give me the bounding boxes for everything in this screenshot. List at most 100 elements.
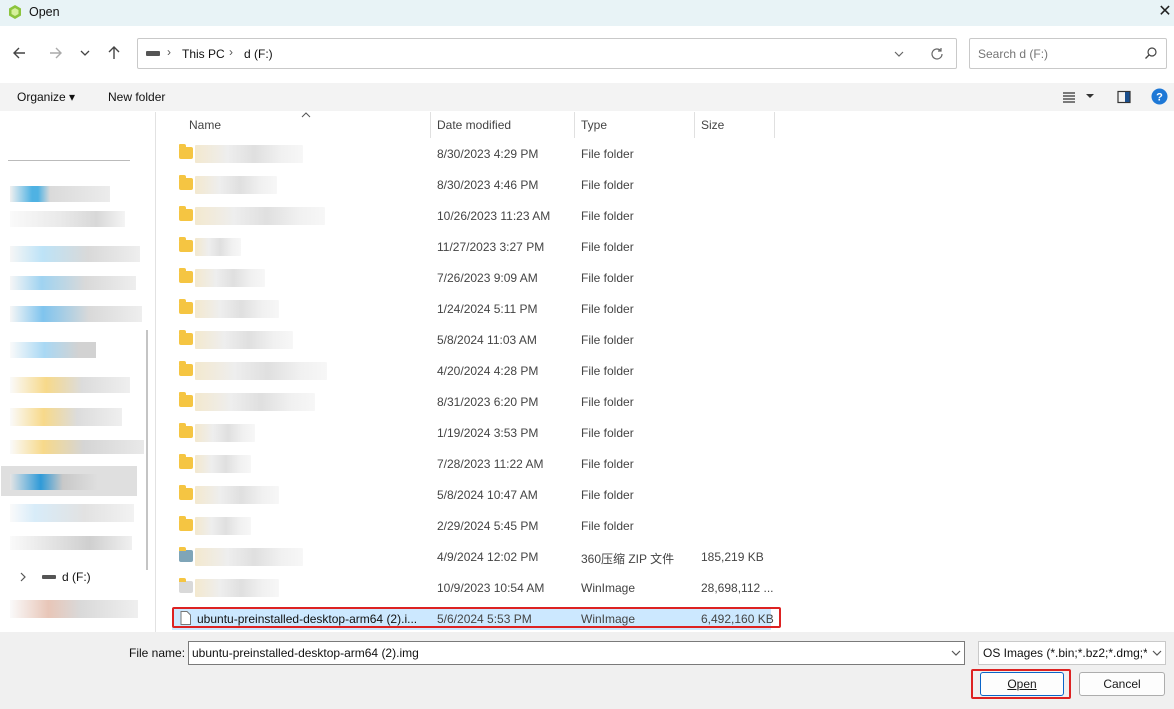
open-button[interactable]: Open [980, 672, 1064, 696]
column-separator[interactable] [774, 112, 775, 138]
nav-item[interactable] [10, 504, 134, 522]
folder-icon [179, 330, 193, 345]
file-size: 28,698,112 ... [701, 581, 774, 595]
file-type: File folder [581, 333, 634, 347]
nav-item[interactable] [10, 306, 142, 322]
file-date: 1/24/2024 5:11 PM [437, 302, 538, 316]
file-row[interactable]: 7/28/2023 11:22 AM File folder [167, 449, 773, 480]
column-separator[interactable] [574, 112, 575, 138]
nav-item[interactable] [10, 377, 130, 393]
nav-scrollbar[interactable] [146, 330, 148, 570]
column-header-date[interactable]: Date modified [437, 118, 511, 132]
nav-item[interactable] [10, 600, 138, 618]
organize-button[interactable]: Organize ▾ [17, 90, 75, 104]
file-date: 8/30/2023 4:29 PM [437, 147, 539, 161]
chevron-down-icon[interactable] [1085, 91, 1095, 101]
breadcrumb-separator: › [229, 45, 233, 59]
nav-item[interactable] [10, 440, 144, 454]
file-name-redacted [195, 362, 327, 380]
nav-item[interactable] [10, 474, 98, 490]
file-type: File folder [581, 147, 634, 161]
folder-icon [179, 206, 193, 221]
search-input[interactable] [969, 38, 1167, 69]
nav-item[interactable] [10, 408, 122, 426]
file-row[interactable]: 10/26/2023 11:23 AM File folder [167, 201, 773, 232]
file-date: 1/19/2024 3:53 PM [437, 426, 539, 440]
breadcrumb-separator: › [167, 45, 171, 59]
file-type: 360压缩 ZIP 文件 [581, 552, 675, 566]
file-row[interactable]: 8/30/2023 4:29 PM File folder [167, 139, 773, 170]
file-type: File folder [581, 178, 634, 192]
file-row[interactable]: 5/8/2024 11:03 AM File folder [167, 325, 773, 356]
sort-ascending-icon [301, 112, 311, 118]
list-divider [155, 112, 156, 632]
file-type-value[interactable]: OS Images (*.bin;*.bz2;*.dmg;*. [983, 646, 1147, 660]
column-header-name[interactable]: Name [189, 118, 221, 132]
cancel-button[interactable]: Cancel [1079, 672, 1165, 696]
file-name-redacted [195, 331, 293, 349]
chevron-down-icon[interactable] [74, 42, 96, 64]
file-type: File folder [581, 519, 634, 533]
preview-pane-icon[interactable] [1117, 90, 1131, 104]
file-icon [180, 611, 191, 625]
nav-item[interactable] [10, 276, 136, 290]
file-type: File folder [581, 302, 634, 316]
new-folder-button[interactable]: New folder [108, 90, 165, 104]
nav-item[interactable] [10, 536, 132, 550]
file-size: 185,219 KB [701, 550, 764, 564]
search-icon[interactable] [1144, 46, 1158, 60]
view-details-icon[interactable] [1062, 90, 1076, 104]
folder-icon [179, 144, 193, 159]
column-separator[interactable] [430, 112, 431, 138]
chevron-down-icon[interactable] [892, 47, 906, 61]
file-row[interactable]: 4/9/2024 12:02 PM 360压缩 ZIP 文件 185,219 KB [167, 542, 773, 573]
nav-item[interactable] [10, 342, 96, 358]
column-separator[interactable] [694, 112, 695, 138]
folder-icon [179, 361, 193, 376]
close-icon[interactable]: ✕ [1156, 2, 1174, 22]
nav-item-drive-label[interactable]: d (F:) [62, 570, 91, 584]
breadcrumb-drive[interactable]: d (F:) [244, 47, 273, 61]
chevron-down-icon[interactable] [1151, 647, 1163, 659]
breadcrumb-this-pc[interactable]: This PC [182, 47, 225, 61]
nav-item[interactable] [10, 246, 140, 262]
window-title: Open [29, 5, 60, 19]
file-name-redacted [195, 176, 277, 194]
selected-file-name[interactable]: ubuntu-preinstalled-desktop-arm64 (2).i.… [197, 612, 417, 626]
file-row[interactable]: 8/30/2023 4:46 PM File folder [167, 170, 773, 201]
nav-item[interactable] [10, 186, 110, 202]
file-date: 10/26/2023 11:23 AM [437, 209, 551, 223]
file-name-redacted [195, 455, 251, 473]
file-date: 8/31/2023 6:20 PM [437, 395, 539, 409]
help-icon[interactable]: ? [1151, 88, 1168, 105]
file-row[interactable]: 7/26/2023 9:09 AM File folder [167, 263, 773, 294]
chevron-down-icon[interactable] [950, 647, 962, 659]
file-row[interactable]: 8/31/2023 6:20 PM File folder [167, 387, 773, 418]
arrow-up-icon[interactable] [103, 42, 125, 64]
file-row[interactable]: 1/24/2024 5:11 PM File folder [167, 294, 773, 325]
drive-icon [146, 51, 160, 56]
nav-item[interactable] [10, 211, 125, 227]
column-header-type[interactable]: Type [581, 118, 607, 132]
file-row[interactable]: 2/29/2024 5:45 PM File folder [167, 511, 773, 542]
chevron-right-icon[interactable] [18, 571, 28, 583]
file-name-redacted [195, 424, 255, 442]
drive-icon [42, 575, 56, 579]
arrow-right-icon[interactable] [44, 42, 66, 64]
file-row[interactable]: 1/19/2024 3:53 PM File folder [167, 418, 773, 449]
file-row[interactable]: 4/20/2024 4:28 PM File folder [167, 356, 773, 387]
refresh-icon[interactable] [929, 46, 945, 62]
file-type: File folder [581, 271, 634, 285]
folder-icon [179, 392, 193, 407]
file-row[interactable]: 10/9/2023 10:54 AM WinImage 28,698,112 ... [167, 573, 774, 604]
file-name-redacted [195, 207, 325, 225]
file-date: 4/9/2024 12:02 PM [437, 550, 539, 564]
file-type: File folder [581, 488, 634, 502]
file-type: File folder [581, 364, 634, 378]
file-row[interactable]: 5/8/2024 10:47 AM File folder [167, 480, 773, 511]
arrow-left-icon[interactable] [9, 42, 31, 64]
column-header-size[interactable]: Size [701, 118, 724, 132]
file-name-redacted [195, 269, 265, 287]
file-name-value[interactable]: ubuntu-preinstalled-desktop-arm64 (2).im… [192, 646, 419, 660]
file-row[interactable]: 11/27/2023 3:27 PM File folder [167, 232, 773, 263]
